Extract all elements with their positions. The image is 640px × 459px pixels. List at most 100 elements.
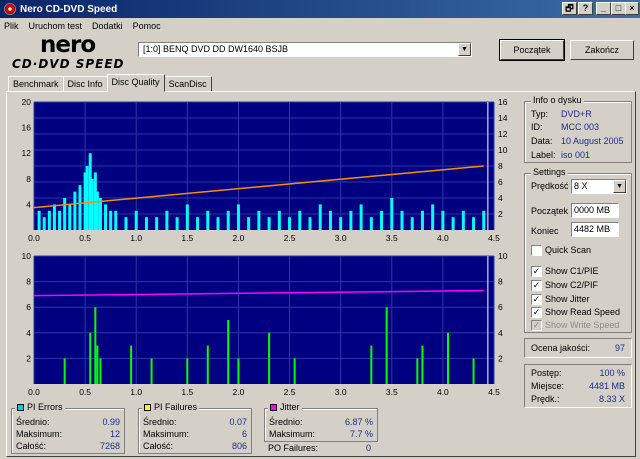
y-tick-label: 10 [22, 251, 32, 261]
pi-errors-chart: 48121620 246810121416 0.0 0.5 1.0 1.5 2.0 2.5… [22, 97, 508, 243]
chevron-down-icon[interactable]: ▼ [613, 180, 626, 193]
show-jitter-label: Show Jitter [545, 294, 590, 304]
pi-failures-max-label: Maksimum: [143, 429, 190, 439]
pi-errors-total-label: Całość: [16, 441, 47, 451]
jitter-title: Jitter [268, 402, 302, 412]
pi-errors-avg-value: 0.99 [102, 417, 120, 427]
y2-tick-label: 6 [498, 177, 503, 187]
pi-failures-stats: PI Failures Średnio: 0.07 Maksimum: 6 Ca… [138, 402, 252, 454]
menu-extras[interactable]: Dodatki [92, 21, 123, 31]
x-tick-label: 1.0 [130, 387, 142, 397]
disc-id-label: ID: [531, 122, 543, 132]
disc-label-value: iso 001 [561, 150, 591, 160]
y2-tick-label: 2 [498, 353, 503, 363]
menu-help[interactable]: Pomoc [133, 21, 161, 31]
pi-failures-total-value: 806 [231, 441, 247, 451]
quality-score-label: Ocena jakości: [531, 343, 591, 353]
settings-group: Settings Prędkość 8 X ▼ Początek 0000 MB… [524, 167, 632, 333]
x-tick-label: 1.5 [181, 387, 193, 397]
pi-failures-title: PI Failures [142, 402, 200, 412]
menu-file[interactable]: Plik [4, 21, 19, 31]
jitter-avg-value: 6.87 % [344, 417, 373, 427]
chevron-down-icon[interactable]: ▼ [458, 43, 471, 56]
end-input[interactable]: 4482 MB [571, 222, 619, 237]
disc-date-value: 10 August 2005 [561, 136, 624, 146]
x-tick-label: 0.0 [28, 387, 40, 397]
quick-scan-label: Quick Scan [545, 245, 592, 255]
progress-box: Postęp: 100 % Miejsce: 4481 MB Prędk.: 8… [524, 364, 632, 408]
restore-icon[interactable]: 🗗 [562, 2, 577, 15]
pi-failures-swatch [144, 404, 151, 411]
jitter-avg-label: Średnio: [269, 417, 303, 427]
x-tick-label: 1.0 [130, 233, 142, 243]
logo-cd-dvd-speed: CD·DVD SPEED [12, 57, 125, 71]
end-button[interactable]: Zakończ [570, 40, 634, 60]
start-input[interactable]: 0000 MB [571, 203, 619, 218]
x-tick-label: 0.0 [28, 233, 40, 243]
x-tick-label: 3.0 [335, 233, 347, 243]
speed-value: 8 X [574, 181, 588, 191]
speed-label: Prędkość [531, 181, 569, 191]
x-tick-label: 4.5 [488, 233, 500, 243]
show-c2-label: Show C2/PIF [545, 280, 599, 290]
show-c1-checkbox[interactable]: ✓ [531, 266, 542, 277]
show-c2-checkbox[interactable]: ✓ [531, 280, 542, 291]
y-tick-label: 2 [26, 353, 31, 363]
x-tick-label: 3.0 [335, 387, 347, 397]
pi-failures-avg-value: 0.07 [229, 417, 247, 427]
tab-scandisc[interactable]: ScanDisc [163, 76, 212, 92]
quick-scan-checkbox[interactable] [531, 245, 542, 256]
tab-disc-quality[interactable]: Disc Quality [106, 74, 165, 92]
nero-logo: nero CD·DVD SPEED [6, 32, 131, 72]
pi-errors-stats: PI Errors Średnio: 0.99 Maksimum: 12 Cał… [11, 402, 125, 454]
y2-tick-label: 4 [498, 328, 503, 338]
drive-select[interactable]: [1:0] BENQ DVD DD DW1640 BSJB ▼ [138, 42, 472, 57]
x-tick-label: 4.0 [437, 387, 449, 397]
disc-type-label: Typ: [531, 109, 549, 119]
show-write-speed-label: Show Write Speed [545, 320, 620, 330]
show-read-speed-label: Show Read Speed [545, 307, 621, 317]
pi-errors-max-label: Maksimum: [16, 429, 63, 439]
y-tick-label: 20 [22, 97, 32, 107]
speed-select[interactable]: 8 X ▼ [571, 179, 627, 194]
tab-disc-info[interactable]: Disc Info [62, 76, 108, 92]
chart2-plot-area [34, 256, 494, 384]
tab-benchmark[interactable]: Benchmark [8, 76, 64, 92]
start-button[interactable]: Początek [499, 39, 565, 61]
y-tick-label: 16 [22, 123, 32, 133]
progress-label: Postęp: [531, 368, 562, 378]
y2-tick-label: 12 [498, 129, 508, 139]
x-tick-label: 1.5 [181, 233, 193, 243]
x-tick-label: 3.5 [386, 387, 398, 397]
y-tick-label: 8 [26, 277, 31, 287]
show-c1-label: Show C1/PIE [545, 266, 599, 276]
read-speed-label: Prędk.: [531, 394, 560, 404]
y2-tick-label: 16 [498, 97, 508, 107]
y2-tick-label: 14 [498, 113, 508, 123]
disc-info-title: Info o dysku [531, 95, 584, 105]
close-icon[interactable]: × [625, 2, 639, 15]
pi-errors-avg-label: Średnio: [16, 417, 50, 427]
minimize-icon[interactable]: _ [596, 2, 611, 15]
maximize-icon[interactable]: □ [611, 2, 626, 15]
show-jitter-checkbox[interactable]: ✓ [531, 294, 542, 305]
y2-tick-label: 2 [498, 209, 503, 219]
tab-strip: Benchmark Disc Info Disc Quality ScanDis… [8, 74, 212, 92]
jitter-max-value: 7.7 % [349, 429, 373, 439]
disc-type-value: DVD+R [561, 109, 592, 119]
read-speed-value: 8.33 X [598, 394, 625, 404]
show-read-speed-checkbox[interactable]: ✓ [531, 307, 542, 318]
pi-errors-total-value: 7268 [99, 441, 120, 451]
y2-tick-label: 8 [498, 161, 503, 171]
window-title: Nero CD-DVD Speed [20, 3, 118, 15]
logo-nero: nero [40, 32, 96, 58]
pi-failures-max-value: 6 [241, 429, 247, 439]
disc-label-label: Label: [531, 150, 556, 160]
pi-failures-jitter-chart: 2 4 6 8 10 2 4 6 8 10 0.0 0.5 1.0 1.5 2.0 2.5 3.0 3.5 4.… [22, 251, 508, 397]
disc-id-value: MCC 003 [561, 122, 600, 132]
quality-score-value: 97 [614, 343, 625, 353]
pi-failures-total-label: Całość: [143, 441, 174, 451]
menu-run-test[interactable]: Uruchom test [29, 21, 83, 31]
help-icon[interactable]: ? [578, 2, 593, 15]
show-write-speed-checkbox: ✓ [531, 320, 542, 331]
